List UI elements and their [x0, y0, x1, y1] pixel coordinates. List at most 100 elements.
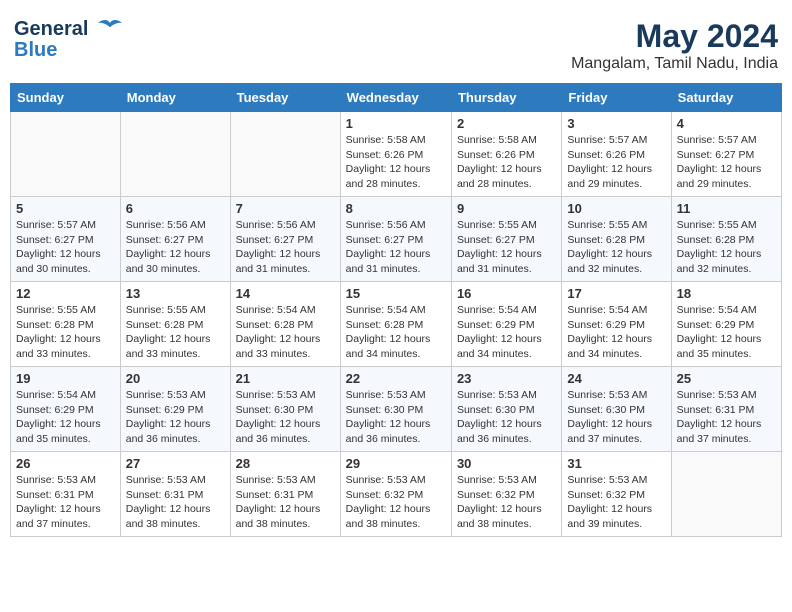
day-info: Sunrise: 5:58 AMSunset: 6:26 PMDaylight:…	[346, 133, 446, 192]
day-info: Sunrise: 5:53 AMSunset: 6:30 PMDaylight:…	[346, 388, 446, 447]
calendar-cell: 18 Sunrise: 5:54 AMSunset: 6:29 PMDayligh…	[671, 282, 781, 367]
day-number: 23	[457, 371, 556, 386]
calendar-week-row: 19Sunrise: 5:54 AMSunset: 6:29 PMDayligh…	[11, 367, 782, 452]
day-info: Sunrise: 5:53 AMSunset: 6:31 PMDaylight:…	[677, 388, 776, 447]
day-info: Sunrise: 5:55 AMSunset: 6:28 PMDaylight:…	[126, 303, 225, 362]
day-number: 6	[126, 201, 225, 216]
day-info: Sunrise: 5:56 AMSunset: 6:27 PMDaylight:…	[236, 218, 335, 277]
calendar-cell	[11, 112, 121, 197]
day-number: 28	[236, 456, 335, 471]
calendar-cell: 15 Sunrise: 5:54 AMSunset: 6:28 PMDayligh…	[340, 282, 451, 367]
day-number: 2	[457, 116, 556, 131]
day-number: 24	[567, 371, 665, 386]
day-number: 16	[457, 286, 556, 301]
day-number: 21	[236, 371, 335, 386]
calendar-cell	[671, 452, 781, 537]
main-title: May 2024	[571, 18, 778, 55]
calendar-cell: 23 Sunrise: 5:53 AMSunset: 6:30 PMDayligh…	[451, 367, 561, 452]
calendar-cell: 10Sunrise: 5:55 AMSunset: 6:28 PMDayligh…	[562, 197, 671, 282]
day-number: 8	[346, 201, 446, 216]
day-info: Sunrise: 5:54 AMSunset: 6:28 PMDaylight:…	[236, 303, 335, 362]
day-info: Sunrise: 5:58 AMSunset: 6:26 PMDaylight:…	[457, 133, 556, 192]
day-number: 15	[346, 286, 446, 301]
subtitle: Mangalam, Tamil Nadu, India	[571, 55, 778, 73]
weekday-header: Thursday	[451, 84, 561, 112]
day-number: 14	[236, 286, 335, 301]
weekday-header: Monday	[120, 84, 230, 112]
day-number: 13	[126, 286, 225, 301]
day-info: Sunrise: 5:53 AMSunset: 6:29 PMDaylight:…	[126, 388, 225, 447]
calendar-table: SundayMondayTuesdayWednesdayThursdayFrid…	[10, 83, 782, 537]
calendar-cell: 1Sunrise: 5:58 AMSunset: 6:26 PMDaylight…	[340, 112, 451, 197]
day-info: Sunrise: 5:53 AMSunset: 6:30 PMDaylight:…	[567, 388, 665, 447]
calendar-cell: 30Sunrise: 5:53 AMSunset: 6:32 PMDayligh…	[451, 452, 561, 537]
day-number: 7	[236, 201, 335, 216]
title-section: May 2024 Mangalam, Tamil Nadu, India	[571, 18, 778, 73]
calendar-cell: 24 Sunrise: 5:53 AMSunset: 6:30 PMDayligh…	[562, 367, 671, 452]
day-number: 9	[457, 201, 556, 216]
logo-blue: Blue	[14, 39, 57, 62]
calendar-cell: 9 Sunrise: 5:55 AMSunset: 6:27 PMDaylight…	[451, 197, 561, 282]
calendar-cell: 19Sunrise: 5:54 AMSunset: 6:29 PMDayligh…	[11, 367, 121, 452]
day-info: Sunrise: 5:57 AMSunset: 6:26 PMDaylight:…	[567, 133, 665, 192]
calendar-week-row: 12Sunrise: 5:55 AMSunset: 6:28 PMDayligh…	[11, 282, 782, 367]
day-info: Sunrise: 5:53 AMSunset: 6:32 PMDaylight:…	[346, 473, 446, 532]
day-info: Sunrise: 5:53 AMSunset: 6:32 PMDaylight:…	[567, 473, 665, 532]
calendar-cell: 7 Sunrise: 5:56 AMSunset: 6:27 PMDaylight…	[230, 197, 340, 282]
logo-text: General	[14, 18, 124, 41]
calendar-cell: 17 Sunrise: 5:54 AMSunset: 6:29 PMDayligh…	[562, 282, 671, 367]
day-info: Sunrise: 5:53 AMSunset: 6:31 PMDaylight:…	[236, 473, 335, 532]
calendar-cell: 28 Sunrise: 5:53 AMSunset: 6:31 PMDayligh…	[230, 452, 340, 537]
calendar-cell	[230, 112, 340, 197]
calendar-cell: 13 Sunrise: 5:55 AMSunset: 6:28 PMDayligh…	[120, 282, 230, 367]
day-info: Sunrise: 5:54 AMSunset: 6:29 PMDaylight:…	[567, 303, 665, 362]
day-info: Sunrise: 5:57 AMSunset: 6:27 PMDaylight:…	[16, 218, 115, 277]
calendar-week-row: 5 Sunrise: 5:57 AMSunset: 6:27 PMDaylight…	[11, 197, 782, 282]
calendar-cell: 27Sunrise: 5:53 AMSunset: 6:31 PMDayligh…	[120, 452, 230, 537]
logo: General Blue	[14, 18, 124, 62]
logo-bird-icon	[96, 19, 124, 41]
weekday-header-row: SundayMondayTuesdayWednesdayThursdayFrid…	[11, 84, 782, 112]
calendar-cell	[120, 112, 230, 197]
day-info: Sunrise: 5:54 AMSunset: 6:29 PMDaylight:…	[677, 303, 776, 362]
day-info: Sunrise: 5:53 AMSunset: 6:31 PMDaylight:…	[16, 473, 115, 532]
day-number: 27	[126, 456, 225, 471]
calendar-cell: 16Sunrise: 5:54 AMSunset: 6:29 PMDayligh…	[451, 282, 561, 367]
calendar-cell: 12Sunrise: 5:55 AMSunset: 6:28 PMDayligh…	[11, 282, 121, 367]
day-number: 20	[126, 371, 225, 386]
calendar-cell: 6Sunrise: 5:56 AMSunset: 6:27 PMDaylight…	[120, 197, 230, 282]
calendar-cell: 5 Sunrise: 5:57 AMSunset: 6:27 PMDaylight…	[11, 197, 121, 282]
calendar-cell: 29Sunrise: 5:53 AMSunset: 6:32 PMDayligh…	[340, 452, 451, 537]
day-info: Sunrise: 5:55 AMSunset: 6:28 PMDaylight:…	[567, 218, 665, 277]
day-info: Sunrise: 5:55 AMSunset: 6:28 PMDaylight:…	[16, 303, 115, 362]
calendar-cell: 3Sunrise: 5:57 AMSunset: 6:26 PMDaylight…	[562, 112, 671, 197]
day-number: 18	[677, 286, 776, 301]
calendar-cell: 20 Sunrise: 5:53 AMSunset: 6:29 PMDayligh…	[120, 367, 230, 452]
calendar-cell: 11Sunrise: 5:55 AMSunset: 6:28 PMDayligh…	[671, 197, 781, 282]
weekday-header: Sunday	[11, 84, 121, 112]
day-number: 26	[16, 456, 115, 471]
calendar-week-row: 1Sunrise: 5:58 AMSunset: 6:26 PMDaylight…	[11, 112, 782, 197]
day-info: Sunrise: 5:53 AMSunset: 6:30 PMDaylight:…	[457, 388, 556, 447]
weekday-header: Wednesday	[340, 84, 451, 112]
day-number: 5	[16, 201, 115, 216]
calendar-cell: 21 Sunrise: 5:53 AMSunset: 6:30 PMDayligh…	[230, 367, 340, 452]
day-info: Sunrise: 5:55 AMSunset: 6:27 PMDaylight:…	[457, 218, 556, 277]
day-info: Sunrise: 5:53 AMSunset: 6:30 PMDaylight:…	[236, 388, 335, 447]
weekday-header: Friday	[562, 84, 671, 112]
calendar-cell: 31Sunrise: 5:53 AMSunset: 6:32 PMDayligh…	[562, 452, 671, 537]
calendar-cell: 14 Sunrise: 5:54 AMSunset: 6:28 PMDayligh…	[230, 282, 340, 367]
calendar-cell: 22 Sunrise: 5:53 AMSunset: 6:30 PMDayligh…	[340, 367, 451, 452]
weekday-header: Tuesday	[230, 84, 340, 112]
day-number: 4	[677, 116, 776, 131]
calendar-cell: 25Sunrise: 5:53 AMSunset: 6:31 PMDayligh…	[671, 367, 781, 452]
day-info: Sunrise: 5:53 AMSunset: 6:32 PMDaylight:…	[457, 473, 556, 532]
calendar-cell: 8Sunrise: 5:56 AMSunset: 6:27 PMDaylight…	[340, 197, 451, 282]
day-info: Sunrise: 5:54 AMSunset: 6:29 PMDaylight:…	[16, 388, 115, 447]
day-number: 17	[567, 286, 665, 301]
calendar-week-row: 26 Sunrise: 5:53 AMSunset: 6:31 PMDayligh…	[11, 452, 782, 537]
day-number: 22	[346, 371, 446, 386]
calendar-cell: 2 Sunrise: 5:58 AMSunset: 6:26 PMDaylight…	[451, 112, 561, 197]
day-info: Sunrise: 5:54 AMSunset: 6:28 PMDaylight:…	[346, 303, 446, 362]
calendar-cell: 4Sunrise: 5:57 AMSunset: 6:27 PMDaylight…	[671, 112, 781, 197]
